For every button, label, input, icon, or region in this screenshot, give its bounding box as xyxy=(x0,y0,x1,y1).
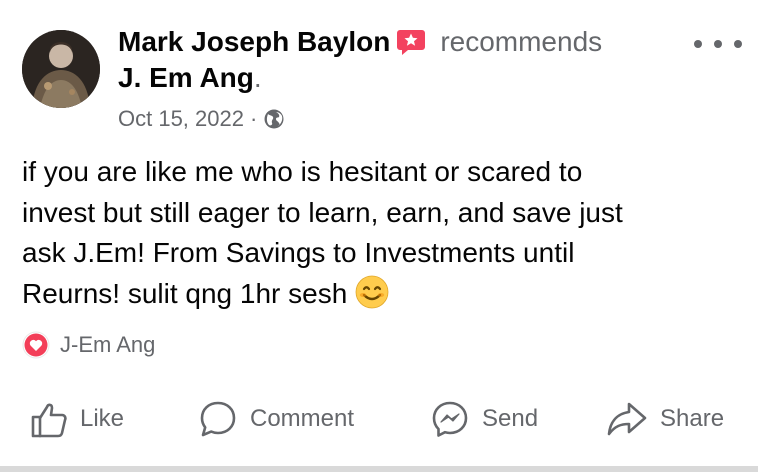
avatar-image xyxy=(22,30,100,108)
more-dot-icon xyxy=(734,40,742,48)
post-text-line: if you are like me who is hesitant or sc… xyxy=(22,156,583,187)
smiling-face-icon xyxy=(355,275,389,321)
post-date[interactable]: Oct 15, 2022 xyxy=(118,106,244,132)
reactor-name: J-Em Ang xyxy=(60,332,156,357)
post-body: if you are like me who is hesitant or sc… xyxy=(22,152,742,320)
post-text-line-last: Reurns! sulit qng 1hr sesh xyxy=(22,274,742,321)
send-button[interactable]: Send xyxy=(430,396,538,442)
post-card: Mark Joseph Baylon recommends J. Em Ang.… xyxy=(0,0,758,466)
share-button[interactable]: Share xyxy=(606,396,724,442)
author-name[interactable]: Mark Joseph Baylon xyxy=(118,26,390,58)
comment-icon xyxy=(200,401,236,437)
more-options-button[interactable] xyxy=(694,30,742,58)
post-text-line: Reurns! sulit qng 1hr sesh xyxy=(22,277,348,309)
post-meta: Oct 15, 2022 · xyxy=(118,104,285,134)
thumbs-up-icon xyxy=(31,403,67,438)
recommended-page-name[interactable]: J. Em Ang xyxy=(118,62,254,94)
header-period: . xyxy=(253,62,262,93)
share-arrow-icon xyxy=(607,402,647,436)
like-label: Like xyxy=(80,405,125,432)
comment-button[interactable]: Comment xyxy=(198,396,354,442)
send-label: Send xyxy=(482,405,539,432)
share-label: Share xyxy=(660,405,725,432)
recommend-badge-icon xyxy=(396,28,426,56)
more-dot-icon xyxy=(694,40,702,48)
comment-label: Comment xyxy=(250,405,355,432)
like-button[interactable]: Like xyxy=(30,396,124,442)
post-text-line: invest but still eager to learn, earn, a… xyxy=(22,196,623,228)
reactions-summary[interactable]: J-Em Ang xyxy=(22,328,155,362)
recommended-page-line: J. Em Ang. xyxy=(118,60,262,96)
more-dot-icon xyxy=(714,40,722,48)
messenger-icon xyxy=(432,401,468,437)
meta-separator: · xyxy=(249,106,258,131)
post-text-line: ask J.Em! From Savings to Investments un… xyxy=(22,237,575,268)
post-header: Mark Joseph Baylon recommends xyxy=(118,24,602,60)
globe-icon[interactable] xyxy=(263,108,285,130)
bottom-divider xyxy=(0,466,758,472)
love-icon xyxy=(22,331,50,359)
author-avatar[interactable] xyxy=(22,30,100,108)
recommends-text: recommends xyxy=(440,26,603,57)
